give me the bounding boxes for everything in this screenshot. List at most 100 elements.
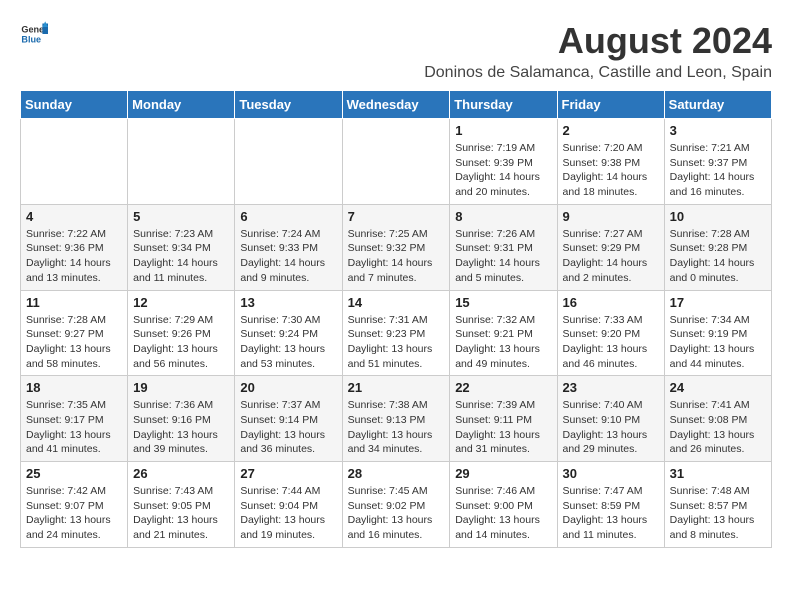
calendar-cell: 2 Sunrise: 7:20 AM Sunset: 9:38 PM Daylig… (557, 119, 664, 205)
day-info: Sunrise: 7:23 AM Sunset: 9:34 PM Dayligh… (133, 227, 229, 286)
day-number: 8 (455, 209, 551, 224)
day-info: Sunrise: 7:19 AM Sunset: 9:39 PM Dayligh… (455, 141, 551, 200)
day-number: 26 (133, 466, 229, 481)
day-info: Sunrise: 7:45 AM Sunset: 9:02 PM Dayligh… (348, 484, 445, 543)
calendar-cell: 8 Sunrise: 7:26 AM Sunset: 9:31 PM Daylig… (450, 204, 557, 290)
calendar-cell: 18 Sunrise: 7:35 AM Sunset: 9:17 PM Dayli… (21, 376, 128, 462)
day-number: 17 (670, 295, 766, 310)
day-number: 9 (563, 209, 659, 224)
day-info: Sunrise: 7:48 AM Sunset: 8:57 PM Dayligh… (670, 484, 766, 543)
logo-icon: General Blue (20, 20, 48, 48)
calendar-cell: 17 Sunrise: 7:34 AM Sunset: 9:19 PM Dayli… (664, 290, 771, 376)
week-row-1: 1 Sunrise: 7:19 AM Sunset: 9:39 PM Daylig… (21, 119, 772, 205)
day-number: 4 (26, 209, 122, 224)
day-number: 20 (240, 380, 336, 395)
day-info: Sunrise: 7:41 AM Sunset: 9:08 PM Dayligh… (670, 398, 766, 457)
day-number: 18 (26, 380, 122, 395)
calendar-cell: 11Sunrise: 7:28 AM Sunset: 9:27 PM Dayli… (21, 290, 128, 376)
day-info: Sunrise: 7:20 AM Sunset: 9:38 PM Dayligh… (563, 141, 659, 200)
day-info: Sunrise: 7:44 AM Sunset: 9:04 PM Dayligh… (240, 484, 336, 543)
day-number: 27 (240, 466, 336, 481)
day-number: 2 (563, 123, 659, 138)
calendar-cell (128, 119, 235, 205)
calendar-cell: 27 Sunrise: 7:44 AM Sunset: 9:04 PM Dayli… (235, 462, 342, 548)
day-number: 23 (563, 380, 659, 395)
day-number: 31 (670, 466, 766, 481)
weekday-header-tuesday: Tuesday (235, 91, 342, 119)
day-info: Sunrise: 7:28 AM Sunset: 9:27 PM Dayligh… (26, 313, 122, 372)
day-number: 24 (670, 380, 766, 395)
weekday-header-wednesday: Wednesday (342, 91, 450, 119)
day-info: Sunrise: 7:33 AM Sunset: 9:20 PM Dayligh… (563, 313, 659, 372)
weekday-header-thursday: Thursday (450, 91, 557, 119)
weekday-header-monday: Monday (128, 91, 235, 119)
calendar-cell: 26 Sunrise: 7:43 AM Sunset: 9:05 PM Dayli… (128, 462, 235, 548)
weekday-header-row: SundayMondayTuesdayWednesdayThursdayFrid… (21, 91, 772, 119)
day-info: Sunrise: 7:22 AM Sunset: 9:36 PM Dayligh… (26, 227, 122, 286)
day-number: 1 (455, 123, 551, 138)
weekday-header-sunday: Sunday (21, 91, 128, 119)
calendar-cell: 3Sunrise: 7:21 AM Sunset: 9:37 PM Daylig… (664, 119, 771, 205)
day-number: 21 (348, 380, 445, 395)
day-number: 6 (240, 209, 336, 224)
calendar-cell: 4 Sunrise: 7:22 AM Sunset: 9:36 PM Daylig… (21, 204, 128, 290)
day-number: 29 (455, 466, 551, 481)
calendar-cell: 9Sunrise: 7:27 AM Sunset: 9:29 PM Daylig… (557, 204, 664, 290)
week-row-4: 18 Sunrise: 7:35 AM Sunset: 9:17 PM Dayli… (21, 376, 772, 462)
day-number: 25 (26, 466, 122, 481)
day-info: Sunrise: 7:35 AM Sunset: 9:17 PM Dayligh… (26, 398, 122, 457)
calendar-cell: 1 Sunrise: 7:19 AM Sunset: 9:39 PM Daylig… (450, 119, 557, 205)
calendar-cell: 20Sunrise: 7:37 AM Sunset: 9:14 PM Dayli… (235, 376, 342, 462)
calendar-cell: 5 Sunrise: 7:23 AM Sunset: 9:34 PM Daylig… (128, 204, 235, 290)
calendar-cell: 10Sunrise: 7:28 AM Sunset: 9:28 PM Dayli… (664, 204, 771, 290)
month-year-title: August 2024 (424, 20, 772, 62)
day-info: Sunrise: 7:42 AM Sunset: 9:07 PM Dayligh… (26, 484, 122, 543)
day-info: Sunrise: 7:40 AM Sunset: 9:10 PM Dayligh… (563, 398, 659, 457)
calendar-cell: 14 Sunrise: 7:31 AM Sunset: 9:23 PM Dayli… (342, 290, 450, 376)
calendar-cell: 28 Sunrise: 7:45 AM Sunset: 9:02 PM Dayli… (342, 462, 450, 548)
day-info: Sunrise: 7:25 AM Sunset: 9:32 PM Dayligh… (348, 227, 445, 286)
calendar-cell (21, 119, 128, 205)
title-area: August 2024 Doninos de Salamanca, Castil… (424, 20, 772, 82)
day-number: 7 (348, 209, 445, 224)
day-number: 30 (563, 466, 659, 481)
day-info: Sunrise: 7:24 AM Sunset: 9:33 PM Dayligh… (240, 227, 336, 286)
day-info: Sunrise: 7:36 AM Sunset: 9:16 PM Dayligh… (133, 398, 229, 457)
day-info: Sunrise: 7:34 AM Sunset: 9:19 PM Dayligh… (670, 313, 766, 372)
day-info: Sunrise: 7:26 AM Sunset: 9:31 PM Dayligh… (455, 227, 551, 286)
calendar-cell: 29 Sunrise: 7:46 AM Sunset: 9:00 PM Dayli… (450, 462, 557, 548)
calendar-cell: 31 Sunrise: 7:48 AM Sunset: 8:57 PM Dayli… (664, 462, 771, 548)
day-number: 16 (563, 295, 659, 310)
day-info: Sunrise: 7:43 AM Sunset: 9:05 PM Dayligh… (133, 484, 229, 543)
calendar-cell: 19 Sunrise: 7:36 AM Sunset: 9:16 PM Dayli… (128, 376, 235, 462)
calendar-cell: 22Sunrise: 7:39 AM Sunset: 9:11 PM Dayli… (450, 376, 557, 462)
day-number: 28 (348, 466, 445, 481)
svg-text:Blue: Blue (21, 34, 41, 44)
day-info: Sunrise: 7:47 AM Sunset: 8:59 PM Dayligh… (563, 484, 659, 543)
calendar-cell: 24 Sunrise: 7:41 AM Sunset: 9:08 PM Dayli… (664, 376, 771, 462)
calendar-cell: 30 Sunrise: 7:47 AM Sunset: 8:59 PM Dayli… (557, 462, 664, 548)
calendar-cell: 16 Sunrise: 7:33 AM Sunset: 9:20 PM Dayli… (557, 290, 664, 376)
calendar-cell (342, 119, 450, 205)
week-row-2: 4 Sunrise: 7:22 AM Sunset: 9:36 PM Daylig… (21, 204, 772, 290)
day-number: 22 (455, 380, 551, 395)
day-number: 19 (133, 380, 229, 395)
day-number: 14 (348, 295, 445, 310)
day-info: Sunrise: 7:38 AM Sunset: 9:13 PM Dayligh… (348, 398, 445, 457)
day-info: Sunrise: 7:46 AM Sunset: 9:00 PM Dayligh… (455, 484, 551, 543)
week-row-3: 11Sunrise: 7:28 AM Sunset: 9:27 PM Dayli… (21, 290, 772, 376)
day-number: 12 (133, 295, 229, 310)
day-info: Sunrise: 7:31 AM Sunset: 9:23 PM Dayligh… (348, 313, 445, 372)
weekday-header-friday: Friday (557, 91, 664, 119)
day-number: 3 (670, 123, 766, 138)
calendar-cell: 12 Sunrise: 7:29 AM Sunset: 9:26 PM Dayli… (128, 290, 235, 376)
logo: General Blue (20, 20, 48, 48)
day-info: Sunrise: 7:28 AM Sunset: 9:28 PM Dayligh… (670, 227, 766, 286)
day-info: Sunrise: 7:30 AM Sunset: 9:24 PM Dayligh… (240, 313, 336, 372)
page-header: General Blue August 2024 Doninos de Sala… (20, 20, 772, 82)
day-info: Sunrise: 7:29 AM Sunset: 9:26 PM Dayligh… (133, 313, 229, 372)
calendar-cell: 21 Sunrise: 7:38 AM Sunset: 9:13 PM Dayli… (342, 376, 450, 462)
calendar-cell (235, 119, 342, 205)
day-number: 5 (133, 209, 229, 224)
calendar-cell: 23 Sunrise: 7:40 AM Sunset: 9:10 PM Dayli… (557, 376, 664, 462)
